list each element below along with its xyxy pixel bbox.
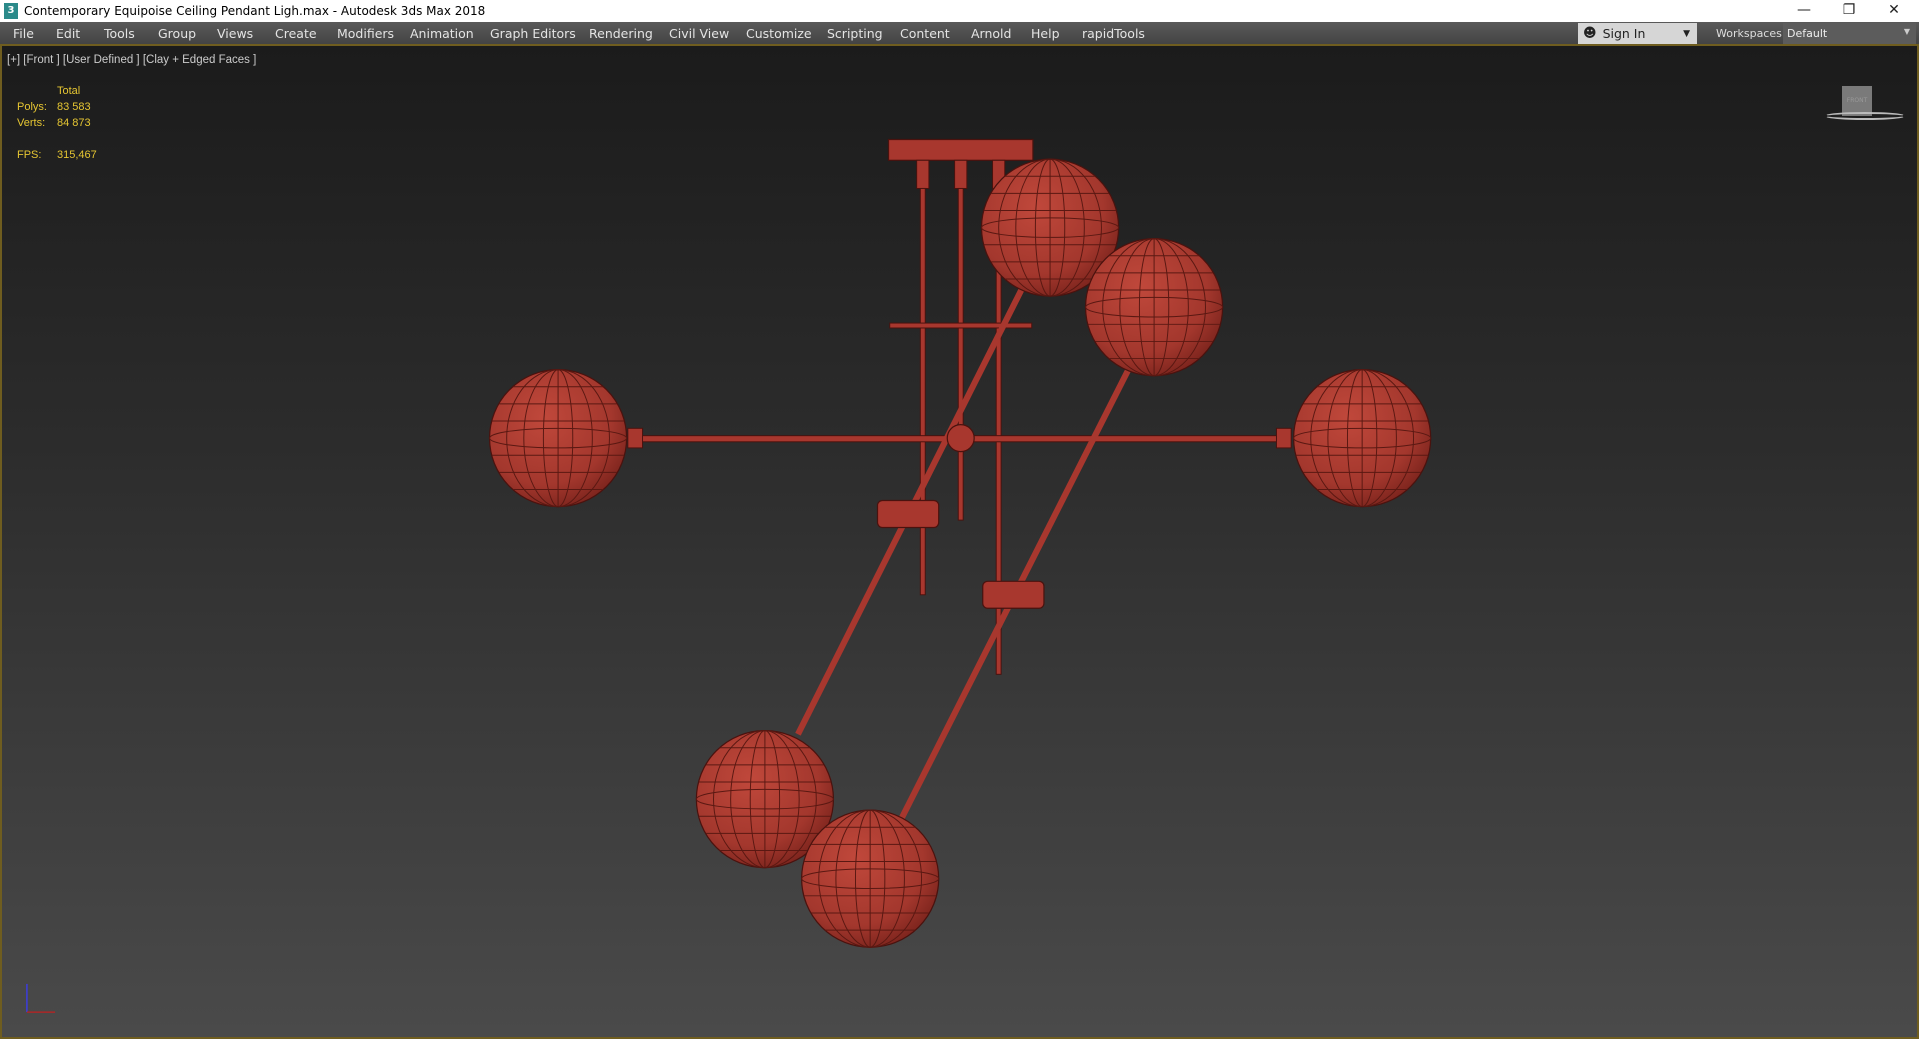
menu-edit[interactable]: Edit bbox=[56, 26, 80, 41]
menu-content[interactable]: Content bbox=[900, 26, 950, 41]
workspaces-dropdown[interactable]: Default ▼ bbox=[1783, 23, 1916, 44]
viewport-front[interactable]: [+] [Front ] [User Defined ] [Clay + Edg… bbox=[0, 46, 1919, 1039]
menu-graph-editors[interactable]: Graph Editors bbox=[490, 26, 576, 41]
stats-polys-label: Polys: bbox=[17, 101, 47, 113]
restore-button[interactable]: ❐ bbox=[1827, 0, 1871, 22]
chevron-down-icon: ▼ bbox=[1683, 28, 1690, 39]
menu-rapidtools[interactable]: rapidTools bbox=[1082, 26, 1145, 41]
menu-group[interactable]: Group bbox=[158, 26, 196, 41]
stats-fps-value: 315,467 bbox=[57, 149, 97, 161]
sign-in-button[interactable]: ☻ Sign In ▼ bbox=[1578, 23, 1697, 44]
viewport-label[interactable]: [+] [Front ] [User Defined ] [Clay + Edg… bbox=[7, 54, 256, 66]
viewcube-compass-ring[interactable] bbox=[1824, 112, 1906, 120]
window-title: Contemporary Equipoise Ceiling Pendant L… bbox=[24, 4, 486, 18]
menu-rendering[interactable]: Rendering bbox=[589, 26, 653, 41]
stats-verts-value: 84 873 bbox=[57, 117, 91, 129]
user-icon: ☻ bbox=[1583, 26, 1597, 41]
menu-help[interactable]: Help bbox=[1031, 26, 1060, 41]
workspaces-value: Default bbox=[1787, 27, 1828, 40]
close-button[interactable]: ✕ bbox=[1872, 0, 1916, 22]
3ds-max-icon: 3 bbox=[4, 3, 18, 19]
menu-customize[interactable]: Customize bbox=[746, 26, 812, 41]
stats-polys-value: 83 583 bbox=[57, 101, 91, 113]
menu-civil-view[interactable]: Civil View bbox=[669, 26, 729, 41]
sign-in-label: Sign In bbox=[1602, 26, 1646, 41]
menu-tools[interactable]: Tools bbox=[104, 26, 135, 41]
menu-animation[interactable]: Animation bbox=[410, 26, 474, 41]
menu-scripting[interactable]: Scripting bbox=[827, 26, 883, 41]
menu-arnold[interactable]: Arnold bbox=[971, 26, 1011, 41]
minimize-button[interactable]: — bbox=[1782, 0, 1826, 22]
stats-verts-label: Verts: bbox=[17, 117, 46, 129]
chevron-down-icon: ▼ bbox=[1903, 27, 1910, 36]
menu-views[interactable]: Views bbox=[217, 26, 253, 41]
title-bar: 3 Contemporary Equipoise Ceiling Pendant… bbox=[0, 0, 1919, 22]
stats-total-header: Total bbox=[57, 85, 81, 97]
menu-bar: File Edit Tools Group Views Create Modif… bbox=[0, 22, 1919, 46]
menu-create[interactable]: Create bbox=[275, 26, 317, 41]
workspaces-label: Workspaces: bbox=[1716, 27, 1786, 40]
menu-modifiers[interactable]: Modifiers bbox=[337, 26, 394, 41]
menu-file[interactable]: File bbox=[13, 26, 34, 41]
stats-fps-label: FPS: bbox=[17, 149, 42, 161]
